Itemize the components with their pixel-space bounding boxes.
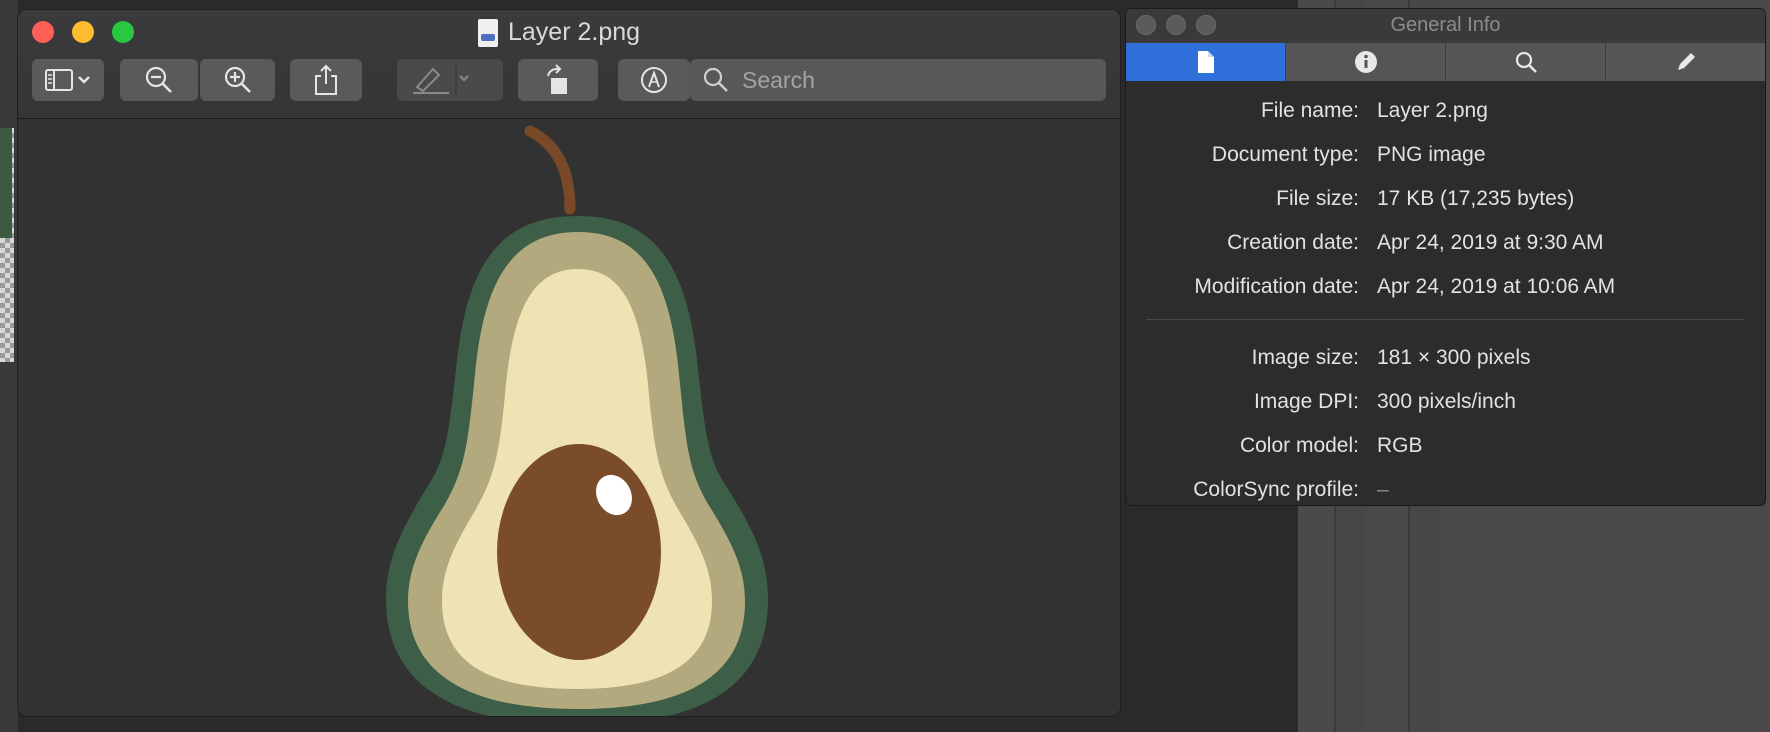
window-title-text: Layer 2.png: [508, 18, 641, 46]
window-title: Layer 2.png: [478, 18, 640, 47]
sidebar-toggle-button[interactable]: [32, 59, 104, 101]
avocado-pit: [497, 444, 661, 660]
zoom-out-icon: [145, 66, 172, 93]
info-row-colorsync-profile: ColorSync profile: –: [1126, 468, 1765, 505]
pencil-icon: [1677, 53, 1695, 70]
highlighter-icon: [413, 65, 469, 95]
background-window-left: [0, 0, 18, 732]
info-row-creation-date: Creation date: Apr 24, 2019 at 9:30 AM: [1126, 221, 1765, 265]
info-value: 181 × 300 pixels: [1377, 346, 1531, 369]
info-label: ColorSync profile:: [1193, 478, 1359, 501]
info-value: 17 KB (17,235 bytes): [1377, 187, 1575, 210]
inspector-window: General Info File name: Layer 2.png Docu…: [1125, 8, 1766, 506]
rotate-left-icon: [547, 64, 567, 94]
minimize-button[interactable]: [72, 21, 94, 43]
search-input[interactable]: [740, 65, 1104, 95]
share-icon: [315, 64, 337, 95]
info-label: Image size:: [1251, 346, 1359, 369]
tab-more-info[interactable]: [1286, 43, 1446, 81]
info-label: Document type:: [1211, 143, 1359, 166]
png-document-icon: [478, 18, 498, 47]
highlight-button[interactable]: [397, 59, 503, 101]
background-image-edge: [0, 128, 12, 238]
markup-button[interactable]: [618, 59, 690, 101]
info-value: RGB: [1377, 434, 1423, 457]
share-button[interactable]: [290, 59, 362, 101]
search-field[interactable]: [690, 59, 1106, 101]
tab-annotations[interactable]: [1606, 43, 1765, 81]
info-row-image-size: Image size: 181 × 300 pixels: [1126, 336, 1765, 380]
info-value: PNG image: [1377, 143, 1486, 166]
info-label: Modification date:: [1194, 275, 1359, 298]
rotate-button[interactable]: [518, 59, 598, 101]
inspector-title: General Info: [1390, 14, 1501, 36]
inspector-tabs: [1126, 43, 1765, 81]
close-button[interactable]: [32, 21, 54, 43]
zoom-window-button[interactable]: [112, 21, 134, 43]
image-canvas: [18, 119, 1120, 716]
info-value: Apr 24, 2019 at 10:06 AM: [1377, 275, 1616, 298]
section-divider: [1146, 319, 1745, 320]
search-icon: [703, 67, 728, 92]
avocado-stem: [524, 125, 576, 215]
info-value: Layer 2.png: [1377, 99, 1488, 122]
preview-window: Layer 2.png: [17, 9, 1121, 717]
tab-search[interactable]: [1446, 43, 1606, 81]
zoom-in-button[interactable]: [200, 59, 275, 101]
info-rows: File name: Layer 2.png Document type: PN…: [1126, 89, 1765, 505]
info-row-document-type: Document type: PNG image: [1126, 133, 1765, 177]
tab-general-info[interactable]: [1126, 43, 1286, 81]
preview-titlebar: Layer 2.png: [18, 10, 1120, 119]
magnifier-icon: [1515, 51, 1537, 73]
info-icon: [1354, 51, 1377, 73]
info-label: Color model:: [1239, 434, 1359, 457]
info-row-image-dpi: Image DPI: 300 pixels/inch: [1126, 380, 1765, 424]
info-value: –: [1377, 478, 1389, 501]
info-row-file-name: File name: Layer 2.png: [1126, 89, 1765, 133]
avocado-image: [386, 125, 768, 716]
info-label: Image DPI:: [1253, 390, 1359, 413]
info-value: Apr 24, 2019 at 9:30 AM: [1377, 231, 1604, 254]
document-icon: [1197, 51, 1214, 73]
zoom-in-icon: [224, 66, 251, 93]
info-value: 300 pixels/inch: [1377, 390, 1516, 413]
sidebar-icon: [45, 69, 90, 91]
info-label: File name:: [1260, 99, 1359, 122]
zoom-out-button[interactable]: [120, 59, 198, 101]
info-row-file-size: File size: 17 KB (17,235 bytes): [1126, 177, 1765, 221]
info-row-color-model: Color model: RGB: [1126, 424, 1765, 468]
markup-icon: [641, 67, 667, 93]
info-row-modification-date: Modification date: Apr 24, 2019 at 10:06…: [1126, 265, 1765, 309]
info-label: Creation date:: [1227, 231, 1359, 254]
info-label: File size:: [1276, 187, 1359, 210]
inspector-titlebar: General Info: [1126, 9, 1765, 43]
